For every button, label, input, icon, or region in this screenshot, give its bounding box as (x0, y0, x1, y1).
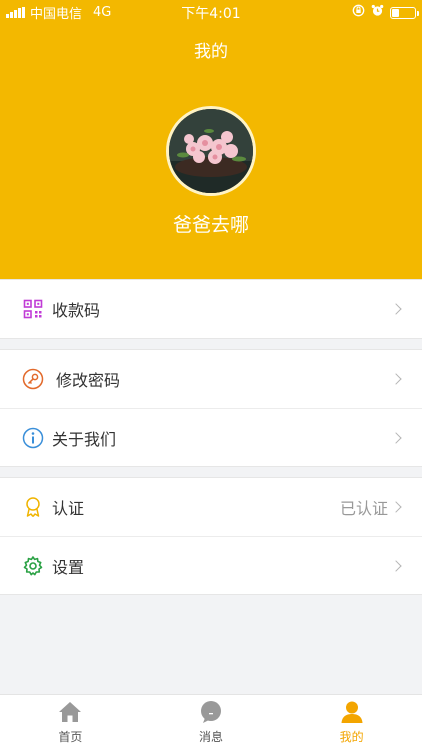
chat-bubble-icon (199, 700, 223, 724)
tab-home[interactable]: 首页 (0, 695, 141, 750)
gear-icon (22, 555, 44, 577)
menu-item-label: 认证 (52, 499, 85, 518)
menu-group-payment: 收款码 (0, 279, 422, 339)
tab-label: 我的 (339, 730, 364, 744)
battery-icon (390, 6, 419, 19)
tab-messages[interactable]: 消息 (141, 695, 282, 750)
key-icon (22, 368, 44, 390)
chevron-right-icon (390, 559, 402, 572)
chevron-right-icon (390, 501, 402, 513)
profile-header: 中国电信 4G 下午4:01 我的 爸爸去哪 (0, 0, 422, 279)
menu-group-account: 修改密码 关于我们 (0, 349, 422, 467)
menu-item-qr-code[interactable]: 收款码 (0, 280, 422, 338)
menu-item-settings[interactable]: 设置 (0, 536, 422, 594)
menu-item-verification[interactable]: 认证 已认证 (0, 478, 422, 536)
orientation-lock-icon (352, 4, 365, 21)
qr-code-icon (22, 298, 44, 320)
tab-mine[interactable]: 我的 (281, 695, 422, 750)
chevron-right-icon (390, 303, 402, 315)
verification-status: 已认证 (339, 499, 388, 518)
status-bar: 中国电信 4G 下午4:01 (0, 0, 422, 24)
award-badge-icon (22, 496, 44, 518)
menu-item-label: 修改密码 (56, 371, 121, 390)
menu-item-change-password[interactable]: 修改密码 (0, 350, 422, 408)
user-icon (340, 700, 364, 724)
tab-label: 首页 (58, 730, 83, 744)
chevron-right-icon (390, 431, 402, 444)
avatar-flower-image (169, 109, 253, 193)
battery-fill (392, 8, 399, 17)
menu-item-label: 设置 (52, 557, 85, 577)
user-nickname: 爸爸去哪 (172, 214, 249, 236)
bottom-tab-bar: 首页 消息 我的 (0, 694, 422, 750)
menu-group-settings: 认证 已认证 设置 (0, 477, 422, 595)
avatar[interactable] (166, 106, 256, 196)
chevron-right-icon (390, 373, 402, 385)
menu-item-label: 关于我们 (52, 429, 117, 449)
tab-label: 消息 (199, 730, 224, 744)
alarm-icon (371, 4, 384, 21)
menu-item-about-us[interactable]: 关于我们 (0, 408, 422, 466)
home-icon (58, 700, 82, 724)
info-icon (22, 427, 44, 449)
page-title: 我的 (194, 42, 228, 62)
menu-item-label: 收款码 (52, 301, 101, 320)
